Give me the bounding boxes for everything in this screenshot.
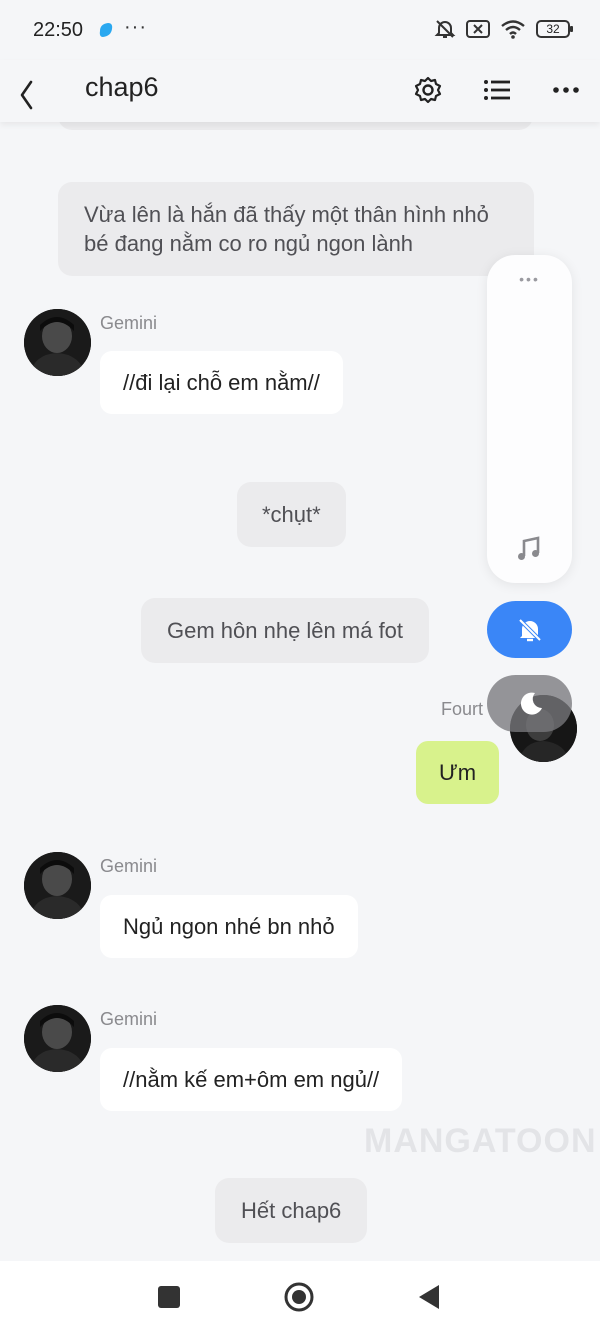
narration-bubble: Gem hôn nhẹ lên má fot — [141, 598, 430, 663]
top-bar: chap6 — [0, 60, 600, 122]
status-time: 22:50 — [33, 19, 84, 41]
more-options-button[interactable] — [546, 70, 586, 110]
panel-handle[interactable]: ••• — [487, 271, 572, 287]
message-bubble: Ngủ ngon nhé bn nhỏ — [100, 895, 358, 958]
status-bar: 22:50 ··· 32 — [0, 0, 600, 60]
character-portrait — [24, 852, 91, 919]
music-button[interactable] — [509, 529, 549, 569]
narration-bubble: Hết chap6 — [215, 1178, 368, 1243]
message-text: Ngủ ngon nhé bn nhỏ — [123, 914, 335, 939]
no-sim-icon — [466, 20, 490, 38]
narration-text: Vừa lên là hắn đã thấy một thân hình nhỏ… — [84, 202, 489, 256]
message-bubble: //nằm kế em+ôm em ngủ// — [100, 1048, 403, 1111]
more-horizontal-icon — [553, 87, 579, 93]
triangle-back-icon — [419, 1285, 439, 1309]
avatar[interactable] — [24, 309, 91, 376]
message-text: //đi lại chỗ em nằm// — [123, 370, 320, 395]
bell-off-icon — [518, 618, 541, 641]
message-text: //nằm kế em+ôm em ngủ// — [123, 1067, 380, 1092]
battery-indicator: 32 — [536, 20, 573, 38]
app-notification-icon — [99, 23, 113, 37]
speaker-name: Gemini — [100, 313, 158, 333]
recent-apps-button[interactable] — [151, 1279, 187, 1315]
night-mode-button[interactable] — [487, 675, 572, 732]
message-text: Ưm — [439, 760, 477, 785]
circle-icon — [284, 1282, 314, 1312]
speaker-name: Gemini — [100, 856, 158, 876]
avatar[interactable] — [24, 1005, 91, 1072]
list-icon — [484, 80, 510, 100]
page-title: chap6 — [85, 72, 159, 102]
message-bubble: //đi lại chỗ em nằm// — [100, 351, 343, 414]
narration-bubble: Vừa lên là hắn đã thấy một thân hình nhỏ… — [58, 182, 534, 276]
status-icons: 32 — [434, 18, 573, 40]
character-portrait — [24, 1005, 91, 1072]
narration-text: *chụt* — [262, 502, 321, 527]
watermark: MANGATOON — [364, 1122, 597, 1160]
mute-toggle-button[interactable] — [487, 601, 572, 658]
moon-icon — [520, 692, 542, 715]
narration-text: Gem hôn nhẹ lên má fot — [167, 618, 404, 643]
bell-off-icon — [434, 20, 456, 38]
gear-icon — [414, 76, 442, 104]
avatar[interactable] — [24, 852, 91, 919]
settings-button[interactable] — [408, 70, 448, 110]
wifi-icon — [501, 20, 525, 39]
home-button[interactable] — [281, 1279, 317, 1315]
music-note-icon — [518, 536, 540, 560]
back-button[interactable] — [12, 70, 42, 110]
speaker-name: Gemini — [100, 1009, 158, 1029]
speaker-name: Fourt — [441, 699, 484, 719]
floating-control-panel: ••• — [487, 255, 572, 583]
character-portrait — [24, 309, 91, 376]
square-icon — [158, 1286, 180, 1308]
narration-bubble: *chụt* — [237, 482, 346, 547]
chapter-list-button[interactable] — [477, 70, 517, 110]
chevron-left-icon — [20, 80, 33, 110]
system-back-button[interactable] — [411, 1279, 447, 1315]
status-more-indicator: ··· — [124, 16, 147, 38]
system-nav-bar — [0, 1261, 600, 1333]
narration-text: Hết chap6 — [241, 1198, 342, 1223]
message-bubble: Ưm — [416, 741, 500, 804]
